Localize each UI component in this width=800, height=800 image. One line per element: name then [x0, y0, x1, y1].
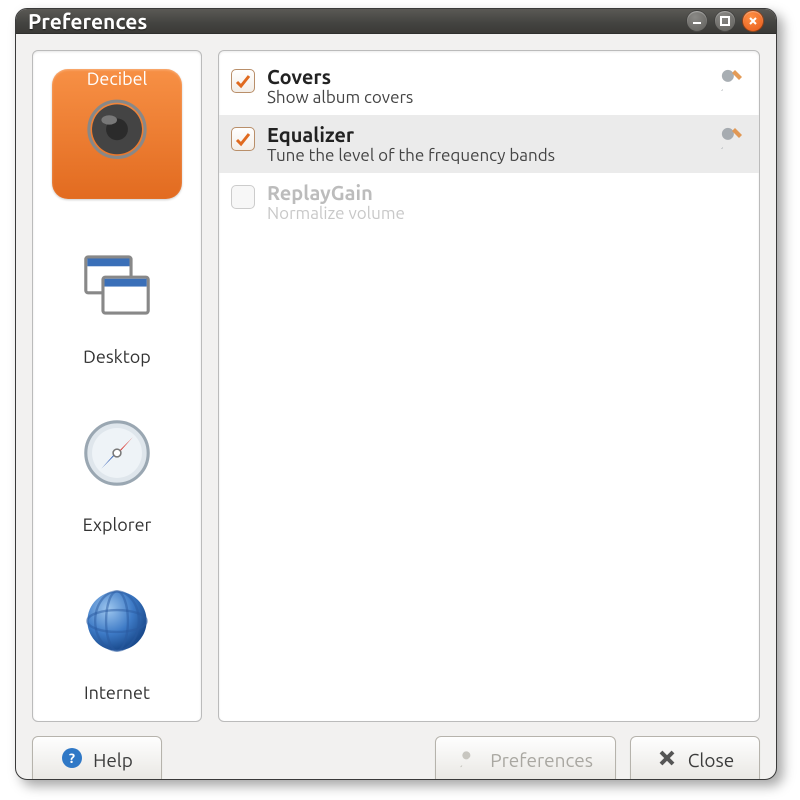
sidebar-item-internet[interactable]: Internet — [45, 567, 189, 703]
plugin-title: Equalizer — [267, 123, 705, 146]
close-icon — [656, 747, 678, 773]
help-label: Help — [93, 749, 133, 771]
help-icon: ? — [61, 747, 83, 773]
svg-text:?: ? — [69, 750, 75, 766]
sidebar-item-decibel[interactable]: Decibel — [45, 69, 189, 199]
sidebar-item-label: Decibel — [87, 69, 148, 189]
wrench-icon[interactable] — [717, 123, 747, 153]
plugin-row-equalizer[interactable]: Equalizer Tune the level of the frequenc… — [219, 115, 759, 173]
globe-icon — [63, 567, 171, 675]
sidebar-item-label: Desktop — [83, 347, 151, 367]
preferences-window: Preferences Decibel — [15, 8, 777, 780]
sidebar-item-explorer[interactable]: Explorer — [45, 399, 189, 535]
plugin-desc: Normalize volume — [267, 204, 747, 223]
checkbox-replaygain — [231, 185, 255, 209]
plugin-title: ReplayGain — [267, 181, 747, 204]
checkbox-equalizer[interactable] — [231, 127, 255, 151]
plugin-desc: Show album covers — [267, 88, 705, 107]
preferences-button: Preferences — [435, 736, 616, 780]
plugin-list: Covers Show album covers Equalizer Tune … — [218, 50, 760, 722]
maximize-button[interactable] — [714, 10, 736, 32]
plugin-title: Covers — [267, 65, 705, 88]
plugin-row-covers[interactable]: Covers Show album covers — [219, 57, 759, 115]
minimize-button[interactable] — [686, 10, 708, 32]
wrench-icon[interactable] — [717, 65, 747, 95]
sidebar-item-desktop[interactable]: Desktop — [45, 231, 189, 367]
close-label: Close — [688, 749, 734, 771]
category-sidebar: Decibel Desktop — [32, 50, 202, 722]
footer: ? Help Preferences Close — [16, 722, 776, 780]
sidebar-item-label: Explorer — [83, 515, 152, 535]
close-button[interactable]: Close — [630, 736, 760, 780]
compass-icon — [63, 399, 171, 507]
checkbox-covers[interactable] — [231, 69, 255, 93]
plugin-desc: Tune the level of the frequency bands — [267, 146, 705, 165]
sidebar-item-label: Internet — [84, 683, 150, 703]
help-button[interactable]: ? Help — [32, 736, 162, 780]
titlebar: Preferences — [16, 9, 776, 34]
body: Decibel Desktop — [16, 34, 776, 722]
desktop-icon — [63, 231, 171, 339]
plugin-row-replaygain: ReplayGain Normalize volume — [219, 173, 759, 231]
window-title: Preferences — [28, 9, 680, 33]
preferences-label: Preferences — [490, 749, 593, 771]
wrench-icon — [458, 747, 480, 773]
close-window-button[interactable] — [742, 10, 764, 32]
